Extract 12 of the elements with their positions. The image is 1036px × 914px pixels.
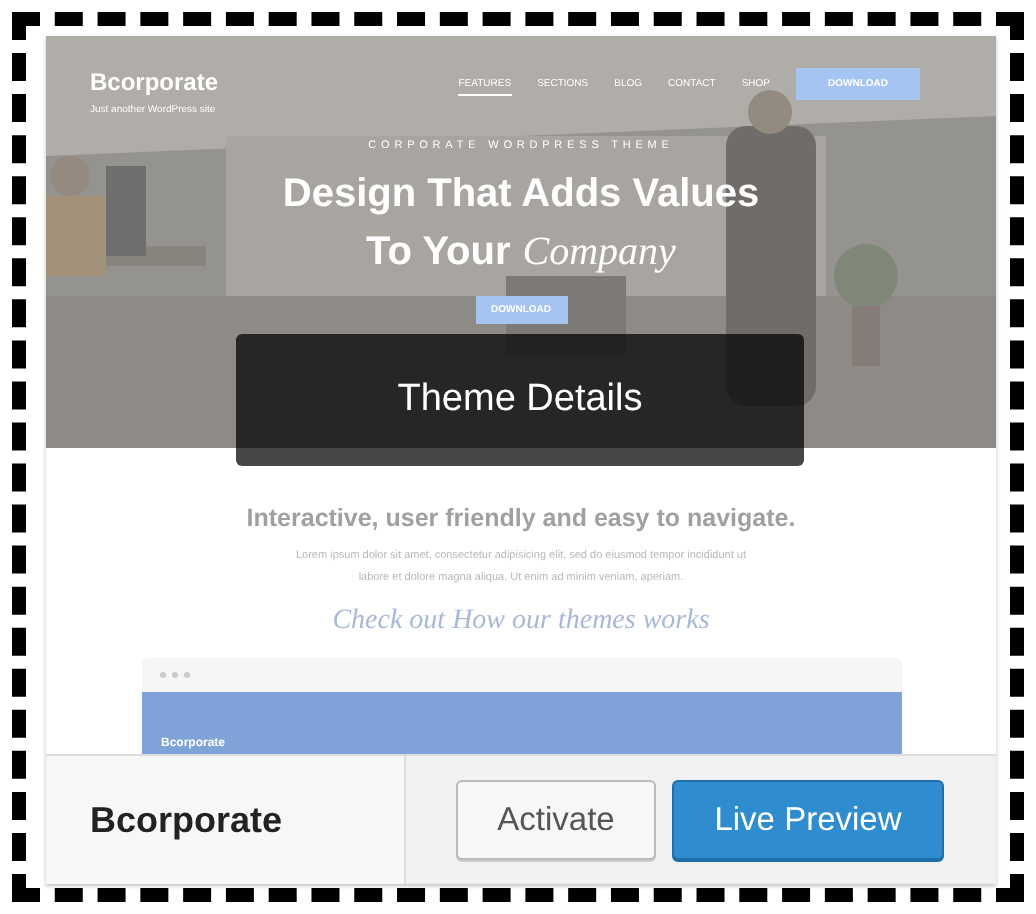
overlay-label: Theme Details [397,378,643,422]
activate-button[interactable]: Activate [456,780,656,860]
live-preview-button[interactable]: Live Preview [672,780,944,860]
theme-name: Bcorporate [46,756,406,884]
theme-details-overlay[interactable]: Theme Details [236,334,804,466]
hero-headline: To Your [366,230,511,276]
hero-script-word: Company [522,230,676,276]
hero-headline: Design That Adds Values [282,172,760,218]
section-heading: Interactive, user friendly and easy to navigate. [246,504,796,532]
theme-card[interactable] [46,36,996,884]
script-link[interactable]: Check out How our themes works [332,606,710,638]
site-logo: Bcorporate [90,68,219,96]
